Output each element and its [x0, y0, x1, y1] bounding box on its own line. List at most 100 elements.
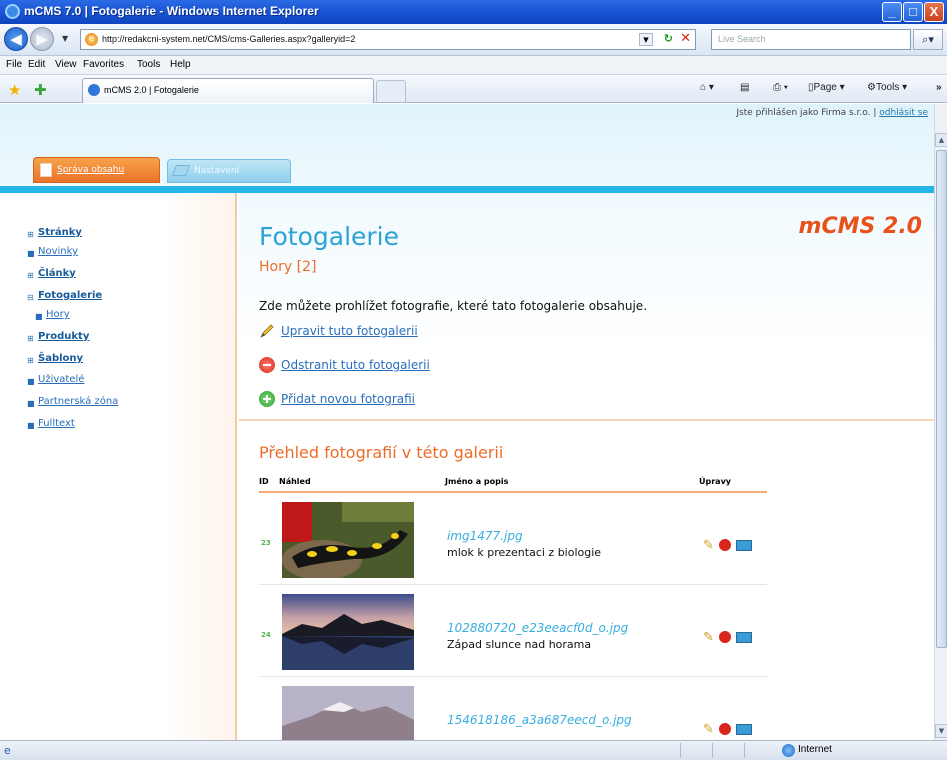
home-icon[interactable]: ⌂ ▾	[700, 82, 714, 93]
photo-description: mlok k prezentaci z biologie	[447, 546, 602, 559]
edit-gallery-link[interactable]: Upravit tuto fotogalerii	[281, 324, 418, 338]
edit-pencil-icon[interactable]: ✎	[703, 538, 714, 553]
page-menu[interactable]: ▯Page ▾	[808, 82, 845, 93]
logged-in-text: Jste přihlášen jako Firma s.r.o. |	[736, 108, 880, 118]
sidebar-item-clanky[interactable]: Články	[38, 268, 76, 279]
edit-pencil-icon[interactable]: ✎	[703, 722, 714, 737]
status-divider	[680, 743, 681, 758]
menu-file[interactable]: File	[6, 59, 22, 70]
menu-bar: File Edit View Favorites Tools Help	[0, 56, 947, 75]
photo-filename-link[interactable]: img1477.jpg	[447, 529, 523, 543]
collapse-icon[interactable]: ⊟	[27, 293, 34, 302]
photo-thumbnail-salamander[interactable]	[282, 502, 414, 578]
salamander-image	[282, 502, 414, 578]
scroll-up-icon[interactable]: ▲	[935, 133, 947, 147]
delete-icon[interactable]	[719, 723, 731, 735]
ie-icon	[5, 4, 20, 19]
sidebar-item-fotogalerie[interactable]: Fotogalerie	[38, 290, 102, 301]
expand-icon[interactable]: ⊞	[27, 271, 34, 280]
tab-title: mCMS 2.0 | Fotogalerie	[104, 85, 199, 95]
scroll-thumb[interactable]	[936, 150, 947, 648]
scroll-down-icon[interactable]: ▼	[935, 724, 947, 738]
expand-icon[interactable]: ⊞	[27, 356, 34, 365]
photo-description: Západ slunce nad horama	[447, 638, 592, 651]
history-dropdown-icon[interactable]: ▼	[62, 34, 68, 43]
cms-logo: mCMS 2.0	[798, 214, 922, 239]
sidebar-item-novinky[interactable]: Novinky	[38, 246, 78, 257]
tab-content-label: Správa obsahu	[57, 165, 125, 175]
menu-help[interactable]: Help	[170, 59, 191, 70]
back-button[interactable]: ◀	[4, 27, 28, 51]
col-header-id: ID	[259, 477, 269, 486]
stop-icon[interactable]: ✕	[680, 31, 691, 46]
sidebar-item-sablony[interactable]: Šablony	[38, 353, 83, 364]
menu-tools[interactable]: Tools	[137, 59, 160, 70]
add-photo-link[interactable]: Přidat novou fotografii	[281, 392, 415, 406]
photo-thumbnail-sunset[interactable]	[282, 594, 414, 670]
print-icon[interactable]: ⎙ ▾	[773, 82, 788, 93]
gallery-description: Zde můžete prohlížet fotografie, které t…	[259, 299, 648, 313]
sidebar-item-stranky[interactable]: Stránky	[38, 227, 82, 238]
browser-tab[interactable]: mCMS 2.0 | Fotogalerie	[82, 78, 374, 103]
logged-in-info: Jste přihlášen jako Firma s.r.o. | odhlá…	[736, 108, 928, 118]
favorites-star-icon[interactable]: ★	[8, 81, 21, 99]
maximize-button[interactable]: □	[903, 2, 923, 22]
add-favorite-icon[interactable]: ✚	[34, 81, 47, 99]
col-header-edits: Úpravy	[699, 477, 731, 486]
sidebar-item-partnerska-zona[interactable]: Partnerská zóna	[38, 396, 118, 407]
delete-icon[interactable]	[719, 539, 731, 551]
close-button[interactable]: X	[924, 2, 944, 22]
status-bar: e Internet	[0, 740, 947, 760]
sidebar-item-uzivatele[interactable]: Uživatelé	[38, 374, 84, 385]
photo-id: 23	[261, 539, 271, 547]
vertical-scrollbar[interactable]: ▲ ▼	[934, 104, 947, 740]
menu-edit[interactable]: Edit	[28, 59, 45, 70]
search-input[interactable]: Live Search	[711, 29, 911, 50]
search-placeholder: Live Search	[718, 34, 766, 44]
tag-icon	[171, 165, 191, 176]
tools-menu[interactable]: ⚙Tools ▾	[867, 82, 907, 93]
row-edit-actions: ✎	[703, 630, 763, 645]
tools-menu-label: Tools	[875, 82, 900, 93]
tab-content-management[interactable]: Správa obsahu	[33, 157, 160, 183]
status-divider	[744, 743, 745, 758]
feeds-icon[interactable]: ▤	[740, 82, 749, 93]
bullet-icon: ■	[35, 312, 43, 321]
tab-settings[interactable]: Nastavení	[167, 159, 291, 183]
sidebar-item-produkty[interactable]: Produkty	[38, 331, 89, 342]
address-bar[interactable]: e http://redakcni-system.net/CMS/cms-Gal…	[80, 29, 696, 50]
sidebar-item-fulltext[interactable]: Fulltext	[38, 418, 75, 429]
image-icon[interactable]	[736, 632, 752, 643]
delete-icon[interactable]	[719, 631, 731, 643]
bullet-icon: ■	[27, 421, 35, 430]
refresh-icon[interactable]: ↻	[664, 32, 673, 45]
image-icon[interactable]	[736, 540, 752, 551]
edit-pencil-icon[interactable]: ✎	[703, 630, 714, 645]
table-row: 154618186_a3a687eecd_o.jpg ✎	[259, 678, 767, 740]
menu-view[interactable]: View	[55, 59, 77, 70]
forward-button[interactable]: ▶	[30, 27, 54, 51]
new-tab-button[interactable]	[376, 80, 406, 102]
address-url[interactable]: http://redakcni-system.net/CMS/cms-Galle…	[102, 34, 355, 44]
photo-thumbnail-peak[interactable]	[282, 686, 414, 740]
photo-filename-link[interactable]: 154618186_a3a687eecd_o.jpg	[447, 713, 632, 727]
address-dropdown-icon[interactable]: ▼	[639, 33, 653, 46]
sidebar-item-hory[interactable]: Hory	[46, 309, 70, 320]
gallery-subtitle: Hory [2]	[259, 259, 317, 275]
security-zone[interactable]: Internet	[798, 744, 832, 755]
header-divider	[259, 491, 767, 493]
expand-icon[interactable]: ⊞	[27, 230, 34, 239]
photo-id: 24	[261, 631, 271, 639]
expand-icon[interactable]: ⊞	[27, 334, 34, 343]
chevron-more-icon[interactable]: »	[936, 82, 942, 93]
logout-link[interactable]: odhlásit se	[879, 108, 928, 118]
image-icon[interactable]	[736, 724, 752, 735]
menu-favorites[interactable]: Favorites	[83, 59, 124, 70]
search-icon[interactable]: ⌕▾	[913, 29, 943, 50]
photo-filename-link[interactable]: 102880720_e23eeacf0d_o.jpg	[447, 621, 628, 635]
tab-bar: ★ ✚ mCMS 2.0 | Fotogalerie ⌂ ▾ ▤ ⎙ ▾ ▯Pa…	[0, 75, 947, 103]
delete-gallery-link[interactable]: Odstranit tuto fotogalerii	[281, 358, 430, 372]
main-content: mCMS 2.0 Fotogalerie Hory [2] Zde můžete…	[239, 193, 934, 740]
col-header-name: Jméno a popis	[445, 477, 509, 486]
minimize-button[interactable]: _	[882, 2, 902, 22]
